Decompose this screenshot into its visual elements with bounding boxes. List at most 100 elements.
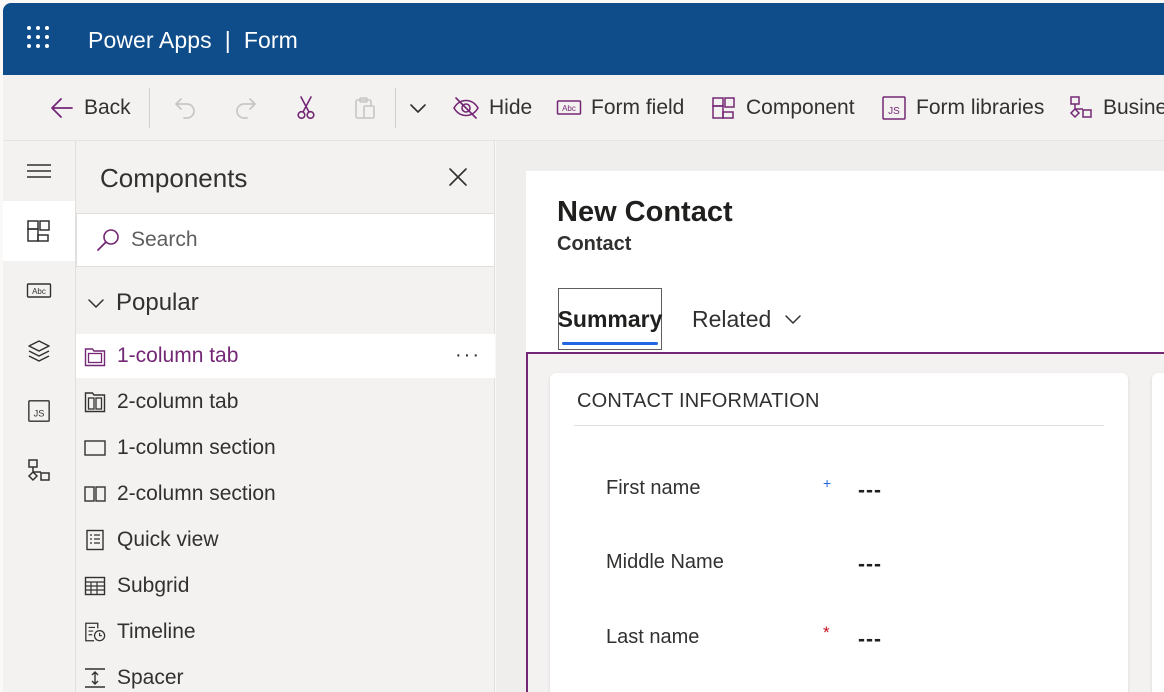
component-item-label: Subgrid — [117, 574, 190, 597]
component-item-label: Spacer — [117, 666, 184, 689]
components-pane: Components Search Popular 1-column tab ·… — [76, 141, 495, 692]
field-value: --- — [858, 479, 882, 502]
business-rules-button[interactable]: Busine — [1068, 75, 1164, 141]
form-field-icon: Abc — [26, 283, 52, 298]
clipboard-icon — [355, 97, 375, 119]
left-rail: Abc JS — [3, 141, 76, 692]
component-item-spacer[interactable]: Spacer — [76, 656, 495, 692]
rail-form-fields[interactable]: Abc — [3, 261, 75, 321]
rail-business-rules[interactable] — [3, 441, 75, 501]
app-header: Power Apps | Form — [3, 3, 1164, 75]
tab-related[interactable]: Related — [692, 288, 803, 350]
form-preview: New Contact Contact Summary Related CONT… — [526, 171, 1164, 692]
business-rules-icon — [1069, 96, 1092, 119]
component-item-1-column-tab[interactable]: 1-column tab ··· — [76, 334, 495, 378]
component-item-label: Timeline — [117, 620, 196, 643]
business-rules-label: Busine — [1103, 96, 1164, 119]
next-section-edge — [1152, 373, 1164, 692]
svg-text:JS: JS — [34, 409, 45, 419]
rail-components[interactable] — [3, 201, 75, 261]
close-icon — [449, 168, 467, 186]
close-pane-button[interactable] — [446, 165, 470, 189]
field-label: Last name — [606, 626, 700, 648]
one-column-tab-icon — [84, 348, 106, 367]
cut-button[interactable] — [293, 75, 319, 141]
field-last-name[interactable]: Last name * --- — [606, 623, 1106, 656]
layers-icon — [28, 340, 50, 362]
toolbar-divider — [395, 88, 396, 128]
search-icon — [97, 229, 119, 251]
component-item-subgrid[interactable]: Subgrid — [76, 564, 495, 608]
undo-button[interactable] — [173, 75, 199, 141]
command-bar: Back Hide Abc Form field Component JS Fo… — [3, 75, 1164, 141]
form-entity: Contact — [557, 233, 632, 255]
tab-related-label: Related — [692, 305, 772, 332]
component-item-2-column-section[interactable]: 2-column section — [76, 472, 495, 516]
back-arrow-icon — [51, 98, 73, 118]
popular-group-header[interactable]: Popular — [86, 289, 199, 317]
subgrid-icon — [84, 576, 106, 596]
component-item-2-column-tab[interactable]: 2-column tab — [76, 380, 495, 424]
field-value: --- — [858, 628, 882, 651]
chevron-down-icon — [88, 299, 104, 308]
field-label: Middle Name — [606, 551, 724, 573]
two-column-tab-icon — [84, 392, 106, 413]
component-item-label: 2-column section — [117, 482, 276, 505]
contact-information-section[interactable]: CONTACT INFORMATION First name + --- Mid… — [550, 373, 1128, 692]
required-indicator: * — [823, 623, 830, 642]
spacer-icon — [85, 668, 105, 688]
group-label: Popular — [116, 289, 199, 316]
tab-summary-label: Summary — [557, 305, 663, 332]
form-field-icon: Abc — [556, 100, 582, 115]
field-label: First name — [606, 477, 701, 499]
back-button[interactable]: Back — [49, 75, 131, 141]
hide-label: Hide — [489, 96, 533, 119]
components-icon — [27, 220, 50, 242]
svg-text:JS: JS — [888, 106, 900, 117]
component-item-label: Quick view — [117, 528, 219, 551]
component-item-1-column-section[interactable]: 1-column section — [76, 426, 495, 470]
back-label: Back — [84, 96, 131, 119]
component-button[interactable]: Component — [711, 75, 855, 141]
rail-tree-view[interactable] — [3, 321, 75, 381]
form-libraries-label: Form libraries — [916, 96, 1045, 119]
collapse-menu-button[interactable] — [3, 141, 75, 201]
chevron-down-icon — [785, 315, 802, 324]
svg-text:Abc: Abc — [562, 104, 576, 113]
component-icon — [712, 97, 735, 119]
hide-button[interactable]: Hide — [452, 75, 532, 141]
redo-button[interactable] — [232, 75, 258, 141]
rail-form-libraries[interactable]: JS — [3, 381, 75, 441]
section-divider — [574, 425, 1104, 426]
redo-icon — [236, 98, 256, 119]
field-middle-name[interactable]: Middle Name --- — [606, 551, 1106, 581]
form-field-button[interactable]: Abc Form field — [556, 75, 684, 141]
hamburger-icon — [27, 164, 51, 178]
toolbar-divider — [149, 88, 150, 128]
app-title: Power Apps | Form — [88, 27, 298, 54]
more-options-button[interactable]: ··· — [455, 344, 481, 367]
scissors-icon — [297, 96, 315, 120]
component-item-quick-view[interactable]: Quick view — [76, 518, 495, 562]
more-commands-dropdown[interactable] — [407, 75, 429, 141]
undo-icon — [175, 98, 195, 119]
tab-summary[interactable]: Summary — [558, 288, 662, 350]
form-libraries-button[interactable]: JS Form libraries — [881, 75, 1044, 141]
title-separator: | — [224, 27, 231, 53]
js-library-icon: JS — [28, 400, 50, 422]
summary-tab-body[interactable]: CONTACT INFORMATION First name + --- Mid… — [526, 352, 1164, 692]
pane-title: Components — [100, 163, 248, 193]
form-field-label: Form field — [591, 96, 685, 119]
field-first-name[interactable]: First name + --- — [606, 475, 1106, 507]
business-rules-icon — [27, 459, 50, 482]
app-name[interactable]: Power Apps — [88, 27, 212, 54]
section-title: CONTACT INFORMATION — [577, 390, 820, 412]
page-name: Form — [243, 27, 298, 53]
search-box[interactable]: Search — [76, 213, 495, 267]
component-item-timeline[interactable]: Timeline — [76, 610, 495, 654]
app-launcher-icon[interactable] — [27, 26, 51, 50]
form-title: New Contact — [557, 196, 733, 228]
paste-button[interactable] — [352, 75, 378, 141]
timeline-icon — [85, 622, 106, 642]
search-input[interactable]: Search — [131, 228, 198, 252]
